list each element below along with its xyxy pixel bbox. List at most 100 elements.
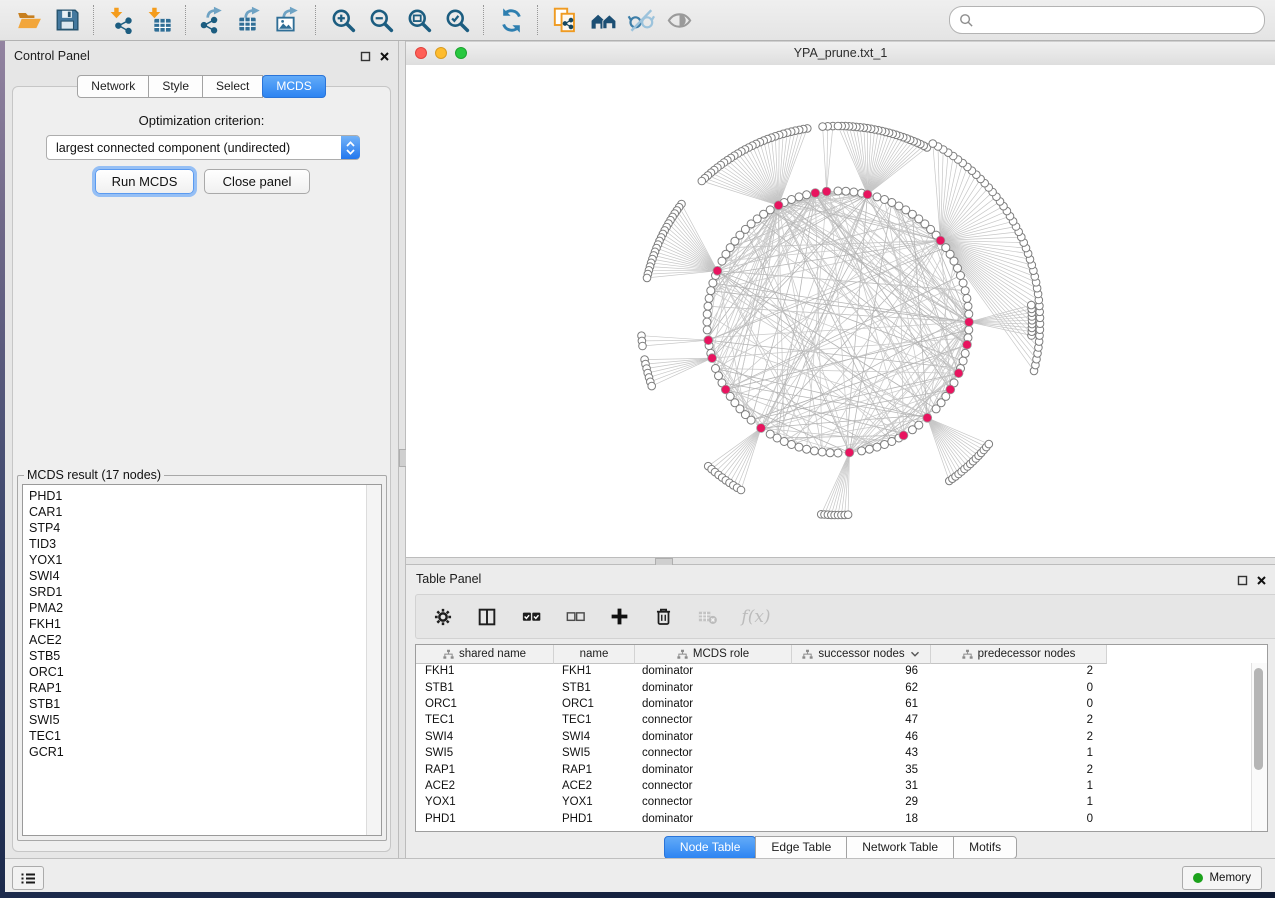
mcds-result-item[interactable]: STB5 [29,648,361,664]
table-row[interactable]: PHD1PHD1dominator180 [416,811,1252,827]
tab-motifs[interactable]: Motifs [953,836,1017,859]
horizontal-splitter[interactable] [406,557,1275,565]
task-history-button[interactable] [12,866,44,890]
zoom-in-button[interactable] [326,4,360,36]
mcds-result-list: PHD1CAR1STP4TID3YOX1SWI4SRD1PMA2FKH1ACE2… [29,488,361,760]
run-mcds-button[interactable]: Run MCDS [95,169,194,194]
mcds-result-item[interactable]: STP4 [29,520,361,536]
mcds-result-item[interactable]: ORC1 [29,664,361,680]
criterion-dropdown[interactable]: largest connected component (undirected) [46,135,360,160]
mcds-result-item[interactable]: CAR1 [29,504,361,520]
network-titlebar[interactable]: YPA_prune.txt_1 [406,41,1275,66]
column-header-name[interactable]: name [554,645,635,664]
zoom-selected-button[interactable] [440,4,474,36]
table-options-button[interactable] [431,604,455,630]
show-all-button[interactable] [662,4,696,36]
table-row[interactable]: STB1STB1dominator620 [416,679,1252,695]
tab-network[interactable]: Network [77,75,149,98]
mcds-result-item[interactable]: PMA2 [29,600,361,616]
export-image-button[interactable] [272,4,306,36]
import-table-button[interactable] [142,4,176,36]
deselect-all-button[interactable] [563,604,587,630]
delete-table-button[interactable] [695,604,719,630]
table-cell: connector [633,747,789,759]
export-network-icon [199,6,227,34]
close-panel-icon[interactable] [379,49,390,67]
mcds-result-item[interactable]: FKH1 [29,616,361,632]
import-network-button[interactable] [104,4,138,36]
mcds-result-item[interactable]: ACE2 [29,632,361,648]
close-panel-icon[interactable] [1256,573,1267,591]
table-cell: TEC1 [416,714,553,726]
tab-edge-table[interactable]: Edge Table [755,836,847,859]
table-options-icon [432,606,454,628]
delete-table-icon [696,605,719,628]
table-row[interactable]: YOX1YOX1connector291 [416,794,1252,810]
refresh-layout-button[interactable] [494,4,528,36]
mcds-result-item[interactable]: YOX1 [29,552,361,568]
mcds-result-item[interactable]: PHD1 [29,488,361,504]
open-file-icon [15,7,43,33]
tab-select[interactable]: Select [202,75,263,98]
mcds-result-item[interactable]: GCR1 [29,744,361,760]
network-canvas[interactable] [406,65,1275,557]
table-row[interactable]: SWI4SWI4dominator462 [416,729,1252,745]
table-cell: 0 [927,698,1102,710]
float-panel-icon[interactable] [1237,573,1248,591]
table-row[interactable]: RAP1RAP1dominator352 [416,761,1252,777]
zoom-in-icon [330,7,357,34]
column-header-predecessor-nodes[interactable]: predecessor nodes [931,645,1107,664]
zoom-out-button[interactable] [364,4,398,36]
zoom-fit-button[interactable] [402,4,436,36]
mcds-list-scrollbar[interactable] [366,485,381,835]
table-toolbar: f(x) [415,594,1275,639]
tab-style[interactable]: Style [148,75,203,98]
main-toolbar-row [0,0,1275,41]
tab-network-table[interactable]: Network Table [846,836,954,859]
save-session-button[interactable] [50,4,84,36]
hide-selected-button[interactable] [624,4,658,36]
tab-mcds[interactable]: MCDS [262,75,325,98]
toolbar-separator [93,5,95,35]
column-header-MCDS-role[interactable]: MCDS role [635,645,792,664]
network-graph[interactable] [406,65,1275,557]
export-network-button[interactable] [196,4,230,36]
table-scrollbar[interactable] [1251,663,1267,831]
tab-node-table[interactable]: Node Table [664,836,757,859]
search-input[interactable] [974,12,1255,28]
table-row[interactable]: SWI5SWI5connector431 [416,745,1252,761]
search-box[interactable] [949,6,1265,34]
column-header-shared-name[interactable]: shared name [416,645,554,664]
add-row-button[interactable] [607,604,631,630]
mcds-result-item[interactable]: RAP1 [29,680,361,696]
memory-button[interactable]: Memory [1182,866,1262,890]
table-cell: dominator [633,764,789,776]
node-table[interactable]: shared namenameMCDS rolesuccessor nodesp… [415,644,1268,832]
table-row[interactable]: TEC1TEC1connector472 [416,712,1252,728]
select-all-button[interactable] [519,604,543,630]
close-panel-button[interactable]: Close panel [204,169,310,194]
table-row[interactable]: ACE2ACE2connector311 [416,778,1252,794]
column-header-successor-nodes[interactable]: successor nodes [792,645,931,664]
first-neighbors-button[interactable] [586,4,620,36]
mcds-result-item[interactable]: TEC1 [29,728,361,744]
export-table-button[interactable] [234,4,268,36]
mcds-result-item[interactable]: STB1 [29,696,361,712]
mcds-result-item[interactable]: SWI4 [29,568,361,584]
copy-style-button[interactable] [548,4,582,36]
table-cell: 31 [789,780,927,792]
table-row[interactable]: ORC1ORC1dominator610 [416,696,1252,712]
mcds-result-item[interactable]: SWI5 [29,712,361,728]
open-file-button[interactable] [12,4,46,36]
mcds-result-group: MCDS result (17 nodes) PHD1CAR1STP4TID3Y… [17,468,387,841]
mcds-result-item[interactable]: SRD1 [29,584,361,600]
float-panel-icon[interactable] [360,49,371,67]
delete-row-button[interactable] [651,604,675,630]
table-scrollbar-thumb[interactable] [1254,668,1263,770]
node-table-header-row: shared namenameMCDS rolesuccessor nodesp… [416,645,1107,663]
vertical-splitter[interactable] [398,41,406,858]
table-row[interactable]: FKH1FKH1dominator962 [416,663,1252,679]
fx-button[interactable]: f(x) [739,604,773,630]
mcds-result-item[interactable]: TID3 [29,536,361,552]
show-columns-button[interactable] [475,604,499,630]
